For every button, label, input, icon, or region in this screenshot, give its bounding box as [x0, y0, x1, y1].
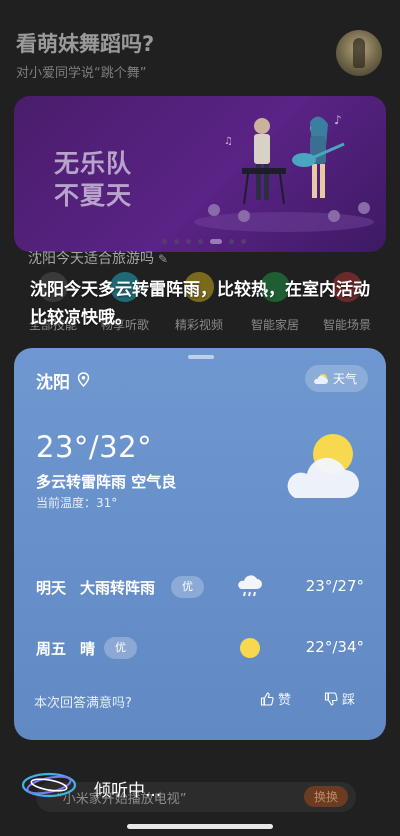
today-condition: 多云转雷阵雨 空气良 [36, 473, 177, 491]
sun-icon [240, 638, 260, 658]
thumbs-up-icon [260, 691, 274, 706]
forecast-desc: 晴 [80, 640, 96, 658]
cloudy-sun-icon [287, 434, 359, 498]
feedback-question: 本次回答满意吗? [34, 696, 132, 711]
weather-app-button[interactable]: 天气 [304, 365, 368, 392]
edit-icon: ✎ [158, 252, 169, 266]
forecast-row: 明天 大雨转阵雨 优 23°/27° [14, 573, 386, 603]
home-indicator[interactable] [127, 824, 273, 829]
forecast-range: 22°/34° [305, 638, 364, 656]
forecast-row: 周五 晴 优 22°/34° [14, 634, 386, 664]
current-temperature: 当前温度：31° [36, 496, 118, 510]
city-name: 沈阳 [36, 373, 70, 393]
dislike-button[interactable]: 踩 [324, 689, 355, 708]
forecast-desc: 大雨转阵雨 [80, 579, 156, 597]
listening-status: 倾听中... [94, 781, 162, 801]
avatar[interactable] [336, 30, 382, 76]
banner-pagination [162, 239, 246, 244]
suggestion-bubble[interactable]: 沈阳今天适合旅游吗 ✎ [28, 248, 168, 268]
refresh-button[interactable]: 换换 [303, 786, 348, 807]
like-button[interactable]: 赞 [260, 689, 291, 708]
aqi-badge: 优 [171, 576, 204, 598]
aqi-badge: 优 [104, 637, 137, 659]
thumbs-down-icon [324, 691, 338, 706]
bg-suggestion-bottom[interactable]: “小米家开始播放电视” 换换 [36, 782, 356, 812]
today-temp-range: 23°/32° [36, 430, 153, 464]
weather-app-label: 天气 [332, 372, 357, 386]
banner-line-2: 不夏天 [54, 181, 133, 210]
rain-cloud-icon [238, 575, 262, 597]
svg-text:♫: ♫ [224, 136, 233, 147]
like-label: 赞 [278, 693, 292, 708]
svg-text:♪: ♪ [334, 113, 342, 127]
promo-banner[interactable]: 无乐队 不夏天 ♪ ♫ [14, 96, 386, 252]
banner-line-1: 无乐队 [54, 149, 133, 178]
banner-text: 无乐队 不夏天 [54, 148, 132, 212]
weather-app-icon [314, 373, 328, 384]
suggestion-text: 沈阳今天适合旅游吗 [28, 251, 154, 267]
band-illustration: ♪ ♫ [194, 113, 374, 232]
dislike-label: 踩 [342, 693, 356, 708]
weather-card[interactable]: 沈阳 天气 23°/32° 多云转雷阵雨 空气良 当前温度：31° 明天 大雨转… [14, 348, 386, 740]
location-pin-icon [77, 372, 90, 387]
forecast-day: 周五 [36, 640, 67, 658]
forecast-range: 23°/27° [305, 577, 364, 595]
drag-handle[interactable] [188, 355, 214, 359]
bg-title: 看萌妹舞蹈吗? [16, 32, 155, 56]
assistant-response: 沈阳今天多云转雷阵雨，比较热，在室内活动比较凉快哦。 [30, 280, 370, 328]
bg-subtitle: 对小爱同学说“跳个舞” [16, 66, 147, 81]
forecast-day: 明天 [36, 579, 67, 597]
voice-orb-icon[interactable] [20, 768, 78, 802]
